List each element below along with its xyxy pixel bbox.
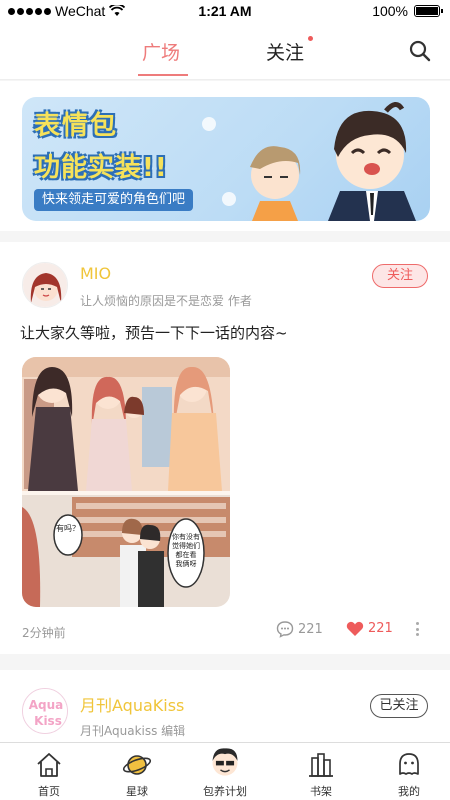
nav-item-planet[interactable]: 星球 [92, 743, 182, 800]
battery-icon [414, 5, 443, 17]
author-avatar[interactable]: Aqua Kiss [22, 688, 68, 734]
bookshelf-icon [309, 753, 333, 777]
author-avatar-illustration [23, 263, 67, 307]
nav-label-plan: 包养计划 [203, 785, 247, 798]
author-description: 月刊Aquakiss 编辑 [80, 724, 186, 738]
top-nav: 广场 关注 [0, 24, 450, 80]
home-icon [37, 753, 61, 777]
tab-following[interactable]: 关注 [266, 38, 304, 65]
following-button[interactable]: 已关注 [370, 694, 428, 718]
nav-item-plan[interactable]: 包养计划 [180, 743, 270, 800]
status-bar: WeChat 1:21 AM 100% [0, 0, 450, 24]
planet-icon [122, 755, 152, 775]
profile-icon [399, 753, 419, 775]
aquakiss-logo: Aqua Kiss [23, 689, 67, 733]
banner-subtitle: 快来领走可爱的角色们吧 [34, 189, 194, 211]
nav-label-planet: 星球 [126, 785, 148, 798]
heart-icon [346, 621, 364, 636]
speech-bubble-1: 有吗？ [56, 523, 80, 533]
author-name[interactable]: MIO [80, 264, 111, 283]
nav-item-home[interactable]: 首页 [4, 743, 94, 800]
status-bar-right: 100% [372, 3, 443, 19]
banner-title-line2: 功能实装!! [34, 153, 168, 183]
search-icon[interactable] [408, 39, 432, 63]
banner-characters-illustration [250, 102, 416, 221]
comment-count[interactable]: 221 [276, 620, 323, 638]
notification-dot [308, 36, 313, 41]
comic-illustration: 有吗？ 你有没有觉得她们都在看我俩呀 [22, 357, 230, 607]
comment-icon [276, 621, 294, 638]
active-tab-underline [138, 74, 188, 76]
post-text: 让大家久等啦，预告一下下一话的内容~ [20, 324, 288, 342]
tab-square[interactable]: 广场 [142, 38, 180, 65]
battery-percent: 100% [372, 3, 408, 19]
banner-title-line1: 表情包 [34, 111, 119, 141]
like-count-value: 221 [368, 621, 393, 636]
post-time: 2分钟前 [22, 626, 66, 640]
follow-button[interactable]: 关注 [372, 264, 428, 288]
like-count[interactable]: 221 [346, 620, 393, 637]
svg-text:Kiss: Kiss [34, 714, 62, 728]
nav-label-profile: 我的 [398, 785, 420, 798]
svg-text:Aqua: Aqua [29, 698, 64, 712]
author-name[interactable]: 月刊AquaKiss [80, 692, 184, 716]
more-options-icon[interactable] [416, 622, 420, 636]
author-avatar[interactable] [22, 262, 68, 308]
promo-banner[interactable]: 表情包 功能实装!! 快来领走可爱的角色们吧 [22, 97, 430, 221]
bottom-nav: 首页 星球 包养计划 书架 我的 [0, 742, 450, 800]
banner-section: 表情包 功能实装!! 快来领走可爱的角色们吧 [0, 81, 450, 231]
character-icon [212, 748, 238, 776]
nav-item-profile[interactable]: 我的 [364, 743, 450, 800]
flower-decoration [202, 117, 216, 131]
post-comic-image[interactable]: 有吗？ 你有没有觉得她们都在看我俩呀 [22, 357, 230, 607]
nav-label-home: 首页 [38, 785, 60, 798]
nav-label-bookshelf: 书架 [310, 785, 332, 798]
author-description: 让人烦恼的原因是不是恋爱 作者 [80, 294, 252, 308]
comment-count-value: 221 [298, 621, 323, 637]
post-card: Aqua Kiss 月刊AquaKiss 月刊Aquakiss 编辑 已关注 [0, 670, 450, 750]
nav-item-bookshelf[interactable]: 书架 [276, 743, 366, 800]
post-card: MIO 让人烦恼的原因是不是恋爱 作者 关注 让大家久等啦，预告一下下一话的内容… [0, 242, 450, 654]
